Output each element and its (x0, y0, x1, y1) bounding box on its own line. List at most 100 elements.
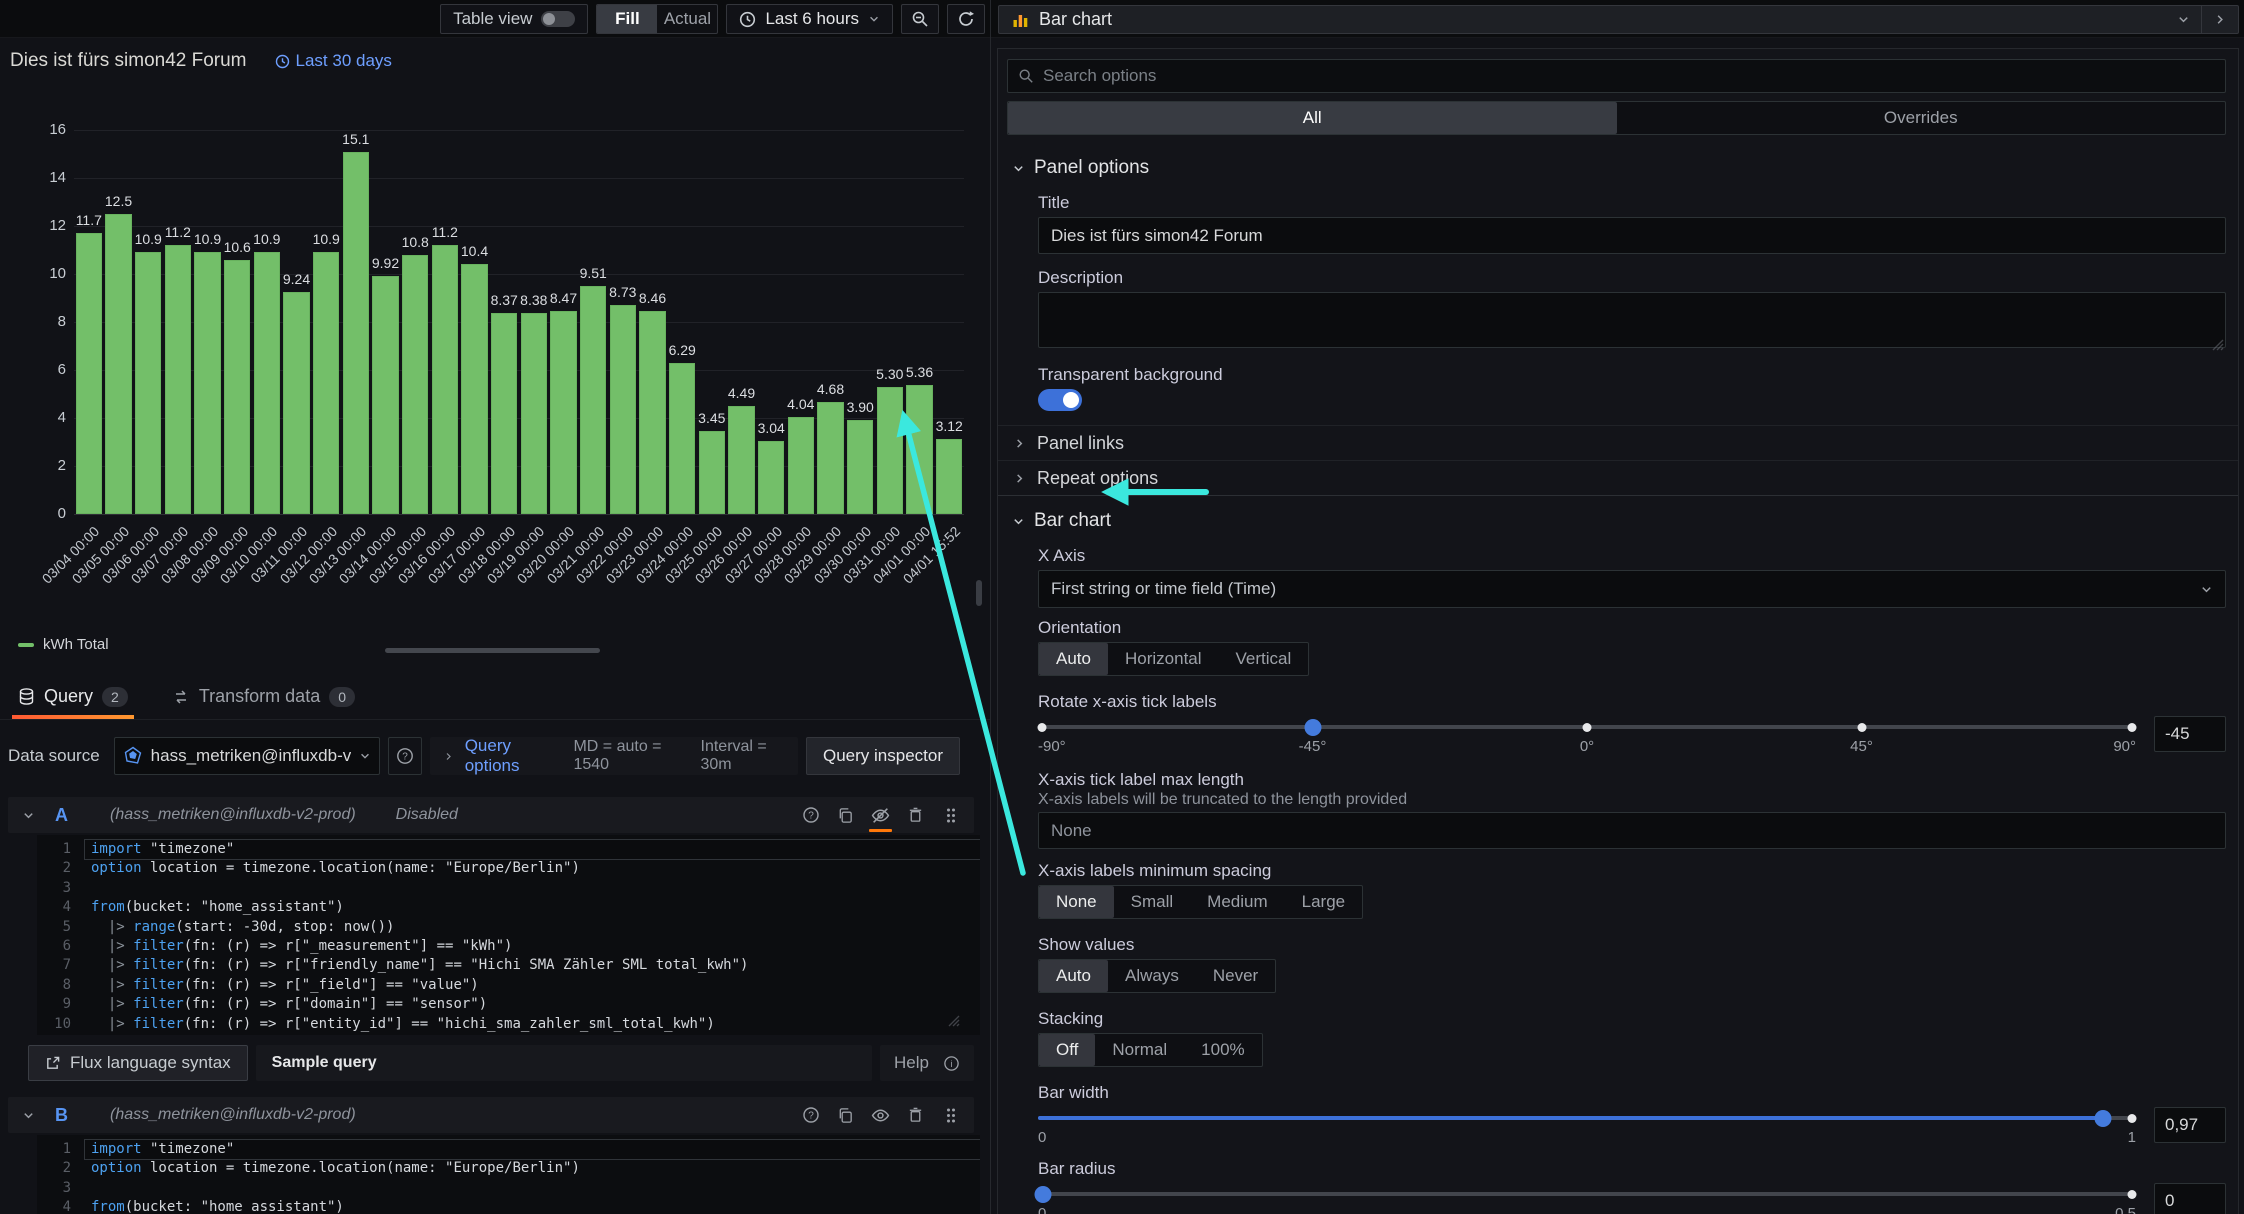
flux-code-editor-a[interactable]: 1 import "timezone" 2 option location = tim… (37, 835, 980, 1035)
bar[interactable] (520, 312, 548, 514)
search-options-input[interactable] (1043, 66, 2215, 86)
query-a-header[interactable]: A (hass_metriken@influxdb-v2-prod) Disab… (8, 797, 974, 833)
delete-query-icon[interactable] (906, 1106, 925, 1125)
sample-query-button[interactable]: Sample query (272, 1054, 377, 1072)
toggle-query-visibility-icon[interactable] (869, 806, 892, 832)
section-panel-links[interactable]: Panel links (998, 426, 2238, 460)
scrollbar-thumb[interactable] (976, 580, 982, 606)
bar[interactable] (490, 313, 518, 514)
bar[interactable] (401, 254, 429, 514)
section-repeat-options[interactable]: Repeat options (998, 461, 2238, 495)
datasource-picker[interactable]: hass_metriken@influxdb-v2-p (113, 737, 380, 775)
bar[interactable] (461, 264, 488, 514)
textarea-resize-grip[interactable] (2210, 337, 2224, 351)
collapse-pane-button[interactable] (2202, 6, 2238, 33)
drag-handle-icon[interactable] (941, 1106, 960, 1125)
rotate-labels-slider[interactable]: -90° -45° 0° 45° 90° (1037, 718, 2137, 755)
bar[interactable] (550, 310, 577, 514)
xaxis-select[interactable]: First string or time field (Time) (1038, 570, 2226, 608)
query-options-bar[interactable]: Query options MD = auto = 1540 Interval … (429, 736, 798, 775)
bar[interactable] (609, 304, 637, 514)
bar-radius-slider[interactable]: 0 0.5 (1034, 1185, 2137, 1214)
refresh-button[interactable] (947, 4, 985, 34)
bar[interactable] (757, 441, 785, 514)
bar[interactable] (342, 151, 370, 514)
zoom-out-button[interactable] (901, 4, 939, 34)
bar[interactable] (134, 252, 162, 514)
stacking-off[interactable]: Off (1039, 1034, 1096, 1066)
time-range-picker[interactable]: Last 6 hours (726, 4, 893, 34)
transparent-background-toggle[interactable] (1038, 389, 1082, 411)
bar[interactable] (579, 285, 607, 514)
tab-overrides[interactable]: Overrides (1617, 102, 2226, 134)
bar[interactable] (164, 245, 192, 514)
bar[interactable] (372, 275, 399, 514)
duplicate-query-icon[interactable] (836, 806, 855, 825)
panel-time-override[interactable]: Last 30 days (275, 51, 392, 71)
max-length-input[interactable] (1038, 812, 2226, 849)
min-spacing-small[interactable]: Small (1114, 886, 1191, 918)
section-panel-options[interactable]: Panel options (998, 135, 2238, 191)
editor-resize-grip[interactable] (946, 1013, 960, 1027)
pane-resize-handle[interactable] (385, 648, 600, 653)
panel-description-input[interactable] (1038, 292, 2226, 348)
table-view-toggle-group[interactable]: Table view (440, 4, 589, 34)
search-options-box[interactable] (1007, 59, 2226, 93)
query-help-icon[interactable]: ? (801, 806, 820, 825)
query-inspector-button[interactable]: Query inspector (806, 737, 960, 775)
viz-picker-chevron[interactable] (2165, 6, 2201, 33)
stacking-100[interactable]: 100% (1184, 1034, 1261, 1066)
toggle-query-visibility-icon[interactable] (871, 1106, 890, 1125)
bar-width-slider-handle[interactable] (2094, 1110, 2112, 1127)
tab-transform-data[interactable]: Transform data 0 (172, 686, 356, 719)
flux-syntax-button[interactable]: Flux language syntax (28, 1045, 248, 1081)
bar-radius-slider-handle[interactable] (1034, 1186, 1052, 1203)
drag-handle-icon[interactable] (941, 806, 960, 825)
tab-query[interactable]: Query 2 (12, 686, 134, 719)
flux-code-editor-b[interactable]: 1 import "timezone" 2 option location = tim… (37, 1135, 980, 1214)
bar[interactable] (787, 417, 815, 514)
bar-radius-value-input[interactable] (2154, 1183, 2226, 1214)
show-values-auto[interactable]: Auto (1039, 960, 1108, 992)
bar[interactable] (817, 401, 844, 514)
query-help-icon[interactable]: ? (801, 1106, 820, 1125)
visualization-picker[interactable]: Bar chart (998, 5, 2239, 34)
datasource-help-button[interactable]: ? (387, 737, 422, 775)
bar[interactable] (283, 292, 310, 514)
bar[interactable] (75, 233, 103, 514)
show-values-never[interactable]: Never (1196, 960, 1275, 992)
rotate-value-input[interactable] (2154, 716, 2226, 752)
bar[interactable] (846, 420, 874, 514)
help-link[interactable]: Help (894, 1053, 929, 1073)
orientation-auto[interactable]: Auto (1039, 643, 1108, 675)
bar[interactable] (935, 439, 963, 514)
orientation-horizontal[interactable]: Horizontal (1108, 643, 1219, 675)
bar-width-value-input[interactable] (2154, 1107, 2226, 1143)
actual-button[interactable]: Actual (657, 5, 717, 33)
bar[interactable] (876, 386, 904, 514)
min-spacing-none[interactable]: None (1039, 886, 1114, 918)
orientation-vertical[interactable]: Vertical (1219, 643, 1309, 675)
panel-title-input[interactable] (1038, 217, 2226, 254)
bar[interactable] (906, 385, 933, 514)
bar[interactable] (698, 431, 726, 514)
fill-button[interactable]: Fill (597, 5, 658, 33)
table-view-switch[interactable] (541, 11, 576, 27)
query-b-header[interactable]: B (hass_metriken@influxdb-v2-prod) ? (8, 1097, 974, 1133)
section-bar-chart[interactable]: Bar chart (998, 496, 2238, 544)
rotate-slider-handle[interactable] (1304, 719, 1321, 736)
bar[interactable] (223, 259, 251, 514)
show-values-always[interactable]: Always (1108, 960, 1196, 992)
info-circle-icon[interactable]: i (943, 1055, 960, 1072)
bar[interactable] (194, 252, 221, 514)
bar[interactable] (728, 406, 755, 514)
bar[interactable] (105, 214, 132, 514)
stacking-normal[interactable]: Normal (1095, 1034, 1184, 1066)
min-spacing-medium[interactable]: Medium (1190, 886, 1284, 918)
delete-query-icon[interactable] (906, 806, 925, 825)
bar[interactable] (253, 252, 281, 514)
duplicate-query-icon[interactable] (836, 1106, 855, 1125)
bar[interactable] (639, 311, 666, 514)
tab-all[interactable]: All (1008, 102, 1617, 134)
bar[interactable] (668, 363, 696, 514)
